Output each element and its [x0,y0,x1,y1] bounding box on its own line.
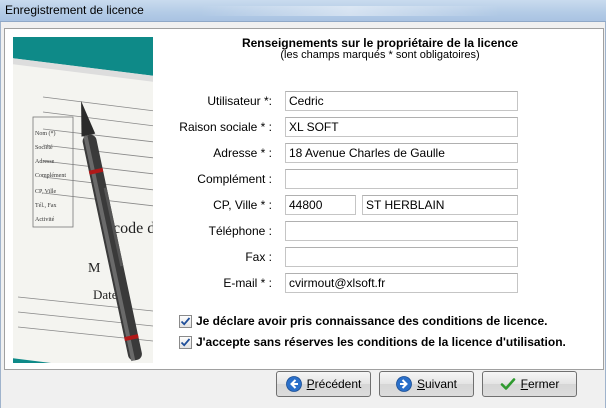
form-heading: Renseignements sur le propriétaire de la… [241,36,519,50]
img-line-4: Complément [35,173,66,179]
label-address: Adresse * : [213,146,272,160]
label-user: Utilisateur *: [207,94,272,108]
form-panel: Nom (*) Société Adresse Complément CP, V… [4,28,604,370]
checkmark-icon [180,337,191,347]
checkmark-icon [180,316,191,326]
close-button[interactable]: Fermer [482,371,577,397]
label-address-complement: Complément : [197,172,272,186]
label-fax: Fax : [245,250,272,264]
accept-license-checkbox[interactable] [179,335,192,349]
email-field[interactable]: cvirmout@xlsoft.fr [285,273,518,293]
img-big-m: M [88,261,101,276]
label-phone: Téléphone : [208,224,272,238]
company-field[interactable]: XL SOFT [285,117,518,137]
img-line-1: Nom (*) [35,130,56,137]
arrow-left-icon [285,376,302,392]
arrow-right-icon [396,376,412,392]
phone-field[interactable] [285,221,518,241]
city-field[interactable]: ST HERBLAIN [362,195,518,215]
dialog-client-area: Nom (*) Société Adresse Complément CP, V… [0,22,606,408]
label-company: Raison sociale * : [179,120,272,134]
img-line-2: Société [35,145,53,151]
previous-button-label: Précédent [306,377,362,391]
accept-conditions-label: Je déclare avoir pris connaissance des c… [196,314,548,328]
fax-field[interactable] [285,247,518,267]
img-line-5: CP, Ville [35,189,57,195]
label-email: E-mail * : [223,276,272,290]
accept-conditions-checkbox[interactable] [179,314,192,328]
user-field[interactable]: Cedric [285,91,518,111]
window-titlebar[interactable]: Enregistrement de licence [0,0,606,22]
img-line-7: Activité [35,217,55,223]
close-button-label: Fermer [520,377,560,391]
form-subheading: (les champs marqués * sont obligatoires) [280,49,480,61]
accept-license-label: J'accepte sans réserves les conditions d… [196,335,566,349]
img-line-3: Adresse [35,159,55,165]
titlebar-glass [200,6,500,16]
accept-license-row[interactable]: J'accepte sans réserves les conditions d… [179,335,566,349]
window-title: Enregistrement de licence [5,3,144,17]
address-complement-field[interactable] [285,169,518,189]
img-line-6: Tél., Fax [35,203,57,209]
label-postcode-city: CP, Ville * : [213,198,272,212]
address-field[interactable]: 18 Avenue Charles de Gaulle [285,143,518,163]
previous-button[interactable]: Précédent [276,371,371,397]
next-button[interactable]: Suivant [379,371,474,397]
checkmark-icon [500,378,515,390]
accept-conditions-row[interactable]: Je déclare avoir pris connaissance des c… [179,314,547,328]
next-button-label: Suivant [416,377,458,391]
postcode-field[interactable]: 44800 [285,195,356,215]
